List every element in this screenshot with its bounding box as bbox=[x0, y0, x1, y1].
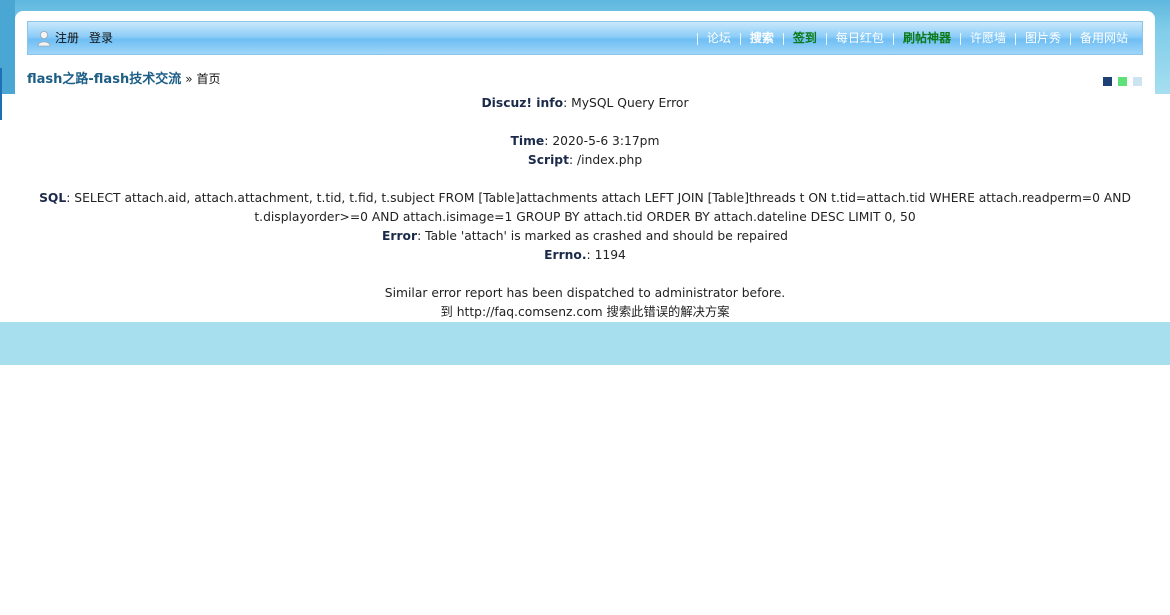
breadcrumb-separator: » bbox=[185, 72, 193, 86]
error-value: : Table 'attach' is marked as crashed an… bbox=[417, 229, 788, 243]
nav-item: 每日红包 bbox=[817, 30, 884, 47]
error-label: Error bbox=[382, 229, 418, 243]
top-nav-bar: 注册 登录 论坛 搜索 签到 每日红包 刷帖神器 许愿墙 图片秀 备用网站 bbox=[27, 21, 1143, 55]
time-label: Time bbox=[510, 134, 545, 148]
time-line: Time: 2020-5-6 3:17pm bbox=[0, 132, 1170, 151]
style-switcher bbox=[1103, 77, 1142, 86]
faq-prefix: 到 bbox=[440, 305, 453, 319]
dispatched-line: Similar error report has been dispatched… bbox=[384, 286, 786, 300]
nav-item: 刷帖神器 bbox=[884, 30, 951, 47]
sql-label: SQL bbox=[39, 191, 67, 205]
nav-link[interactable]: 每日红包 bbox=[836, 30, 884, 47]
breadcrumb: flash之路-flash技术交流 » 首页 bbox=[27, 68, 221, 87]
errno-label: Errno. bbox=[544, 248, 587, 262]
nav-link[interactable]: 搜索 bbox=[750, 30, 774, 47]
script-line: Script: /index.php bbox=[0, 151, 1170, 170]
nav-item: 许愿墙 bbox=[951, 30, 1006, 47]
script-label: Script bbox=[527, 153, 569, 167]
style-swatch[interactable] bbox=[1133, 77, 1142, 86]
error-message: Discuz! info: MySQL Query Error Time: 20… bbox=[0, 94, 1170, 322]
sql-value-part1: : SELECT attach.aid, attach.attachment, … bbox=[66, 191, 1131, 205]
breadcrumb-site-link[interactable]: flash之路-flash技术交流 bbox=[27, 72, 181, 87]
nav-link[interactable]: 论坛 bbox=[707, 30, 731, 47]
time-value: : 2020-5-6 3:17pm bbox=[544, 134, 660, 148]
script-value: : /index.php bbox=[568, 153, 643, 167]
nav-separator bbox=[696, 32, 698, 45]
nav-link[interactable]: 许愿墙 bbox=[970, 30, 1006, 47]
sql-line-2: t.displayorder>=0 AND attach.isimage=1 G… bbox=[254, 210, 916, 224]
register-link[interactable]: 注册 bbox=[55, 30, 79, 47]
nav-link[interactable]: 刷帖神器 bbox=[903, 30, 951, 47]
nav-item: 备用网站 bbox=[1061, 30, 1128, 47]
nav-item: 图片秀 bbox=[1006, 30, 1061, 47]
nav-separator bbox=[1014, 32, 1016, 45]
nav-separator bbox=[959, 32, 961, 45]
errno-line: Errno.: 1194 bbox=[0, 246, 1170, 265]
main-nav: 论坛 搜索 签到 每日红包 刷帖神器 许愿墙 图片秀 备用网站 bbox=[688, 30, 1128, 47]
nav-separator bbox=[739, 32, 741, 45]
nav-separator bbox=[782, 32, 784, 45]
footer-bar bbox=[0, 322, 1170, 365]
nav-item: 论坛 bbox=[688, 30, 731, 47]
style-swatch[interactable] bbox=[1103, 77, 1112, 86]
nav-link[interactable]: 备用网站 bbox=[1080, 30, 1128, 47]
errno-value: : 1194 bbox=[586, 248, 626, 262]
nav-link[interactable]: 签到 bbox=[793, 30, 817, 47]
info-line: Discuz! info: MySQL Query Error bbox=[0, 94, 1170, 113]
login-link[interactable]: 登录 bbox=[89, 30, 113, 47]
style-swatch[interactable] bbox=[1118, 77, 1127, 86]
nav-separator bbox=[892, 32, 894, 45]
info-value: : MySQL Query Error bbox=[563, 96, 689, 110]
user-icon bbox=[37, 31, 51, 47]
user-links: 注册 登录 bbox=[37, 30, 123, 47]
faq-line: 到 http://faq.comsenz.com 搜索此错误的解决方案 bbox=[0, 303, 1170, 322]
nav-link[interactable]: 图片秀 bbox=[1025, 30, 1061, 47]
header-left-edge bbox=[0, 0, 15, 94]
faq-suffix: 搜索此错误的解决方案 bbox=[606, 305, 730, 319]
breadcrumb-current: 首页 bbox=[196, 72, 221, 86]
error-line: Error: Table 'attach' is marked as crash… bbox=[0, 227, 1170, 246]
faq-link[interactable]: http://faq.comsenz.com bbox=[457, 305, 603, 319]
nav-separator bbox=[1069, 32, 1071, 45]
nav-item: 搜索 bbox=[731, 30, 774, 47]
nav-separator bbox=[825, 32, 827, 45]
sql-line: SQL: SELECT attach.aid, attach.attachmen… bbox=[0, 189, 1170, 208]
nav-item: 签到 bbox=[774, 30, 817, 47]
info-label: Discuz! info bbox=[481, 96, 564, 110]
